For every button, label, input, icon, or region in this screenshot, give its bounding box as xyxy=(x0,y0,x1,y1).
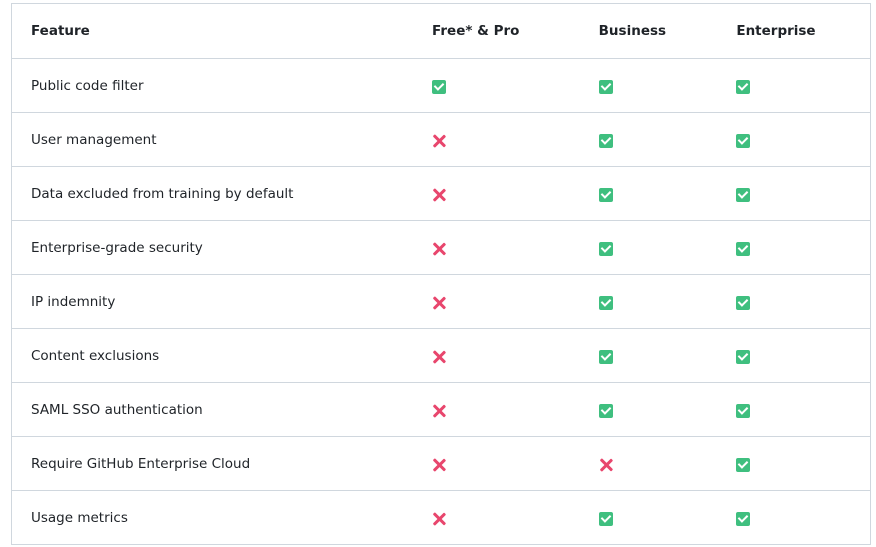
cross-mark-icon xyxy=(432,350,446,364)
table-row: Enterprise-grade security xyxy=(12,220,870,274)
cross-mark-icon xyxy=(432,404,446,418)
cross-mark-icon xyxy=(432,458,446,472)
table-row: Require GitHub Enterprise Cloud xyxy=(12,436,870,490)
comparison-table: Feature Free* & Pro Business Enterprise … xyxy=(11,3,871,545)
availability-cell-enterprise xyxy=(715,184,870,203)
availability-cell-enterprise xyxy=(715,400,870,419)
table-row: Public code filter xyxy=(12,58,870,112)
cross-mark-icon xyxy=(599,458,613,472)
feature-name: Content exclusions xyxy=(31,347,160,364)
availability-cell-enterprise xyxy=(715,292,870,311)
check-mark-icon xyxy=(598,511,613,526)
availability-cell-enterprise xyxy=(715,346,870,365)
table-row: IP indemnity xyxy=(12,274,870,328)
feature-name: Data excluded from training by default xyxy=(31,185,294,202)
availability-cell-enterprise xyxy=(715,130,870,149)
feature-name: User management xyxy=(31,131,157,148)
availability-cell-free-pro xyxy=(411,130,579,149)
check-mark-icon xyxy=(598,133,613,148)
availability-cell-free-pro xyxy=(411,292,579,311)
check-mark-icon xyxy=(736,403,751,418)
check-mark-icon xyxy=(736,133,751,148)
availability-cell-business xyxy=(579,130,716,149)
availability-cell-free-pro xyxy=(411,454,579,473)
table-row: User management xyxy=(12,112,870,166)
check-mark-icon xyxy=(736,241,751,256)
header-business: Business xyxy=(598,23,667,39)
availability-cell-free-pro xyxy=(411,184,579,203)
table-header-row: Feature Free* & Pro Business Enterprise xyxy=(12,4,870,58)
check-mark-icon xyxy=(736,187,751,202)
availability-cell-free-pro xyxy=(411,238,579,257)
cross-mark-icon xyxy=(432,296,446,310)
availability-cell-free-pro xyxy=(411,400,579,419)
check-mark-icon xyxy=(736,295,751,310)
availability-cell-business xyxy=(579,292,716,311)
availability-cell-enterprise xyxy=(715,454,870,473)
check-mark-icon xyxy=(598,187,613,202)
check-mark-icon xyxy=(736,349,751,364)
table-row: Usage metrics xyxy=(12,490,870,544)
availability-cell-enterprise xyxy=(715,508,870,527)
cross-mark-icon xyxy=(432,242,446,256)
cross-mark-icon xyxy=(432,188,446,202)
check-mark-icon xyxy=(598,403,613,418)
cross-mark-icon xyxy=(432,512,446,526)
check-mark-icon xyxy=(598,79,613,94)
check-mark-icon xyxy=(598,349,613,364)
availability-cell-business xyxy=(579,454,716,473)
availability-cell-business xyxy=(579,346,716,365)
feature-name: Require GitHub Enterprise Cloud xyxy=(31,455,251,472)
availability-cell-business xyxy=(579,508,716,527)
cross-mark-icon xyxy=(432,134,446,148)
availability-cell-business xyxy=(579,184,716,203)
availability-cell-business xyxy=(579,76,716,95)
header-feature: Feature xyxy=(31,23,90,39)
check-mark-icon xyxy=(598,295,613,310)
feature-name: IP indemnity xyxy=(31,293,116,310)
availability-cell-free-pro xyxy=(411,346,579,365)
table-body: Public code filter User management Data ex… xyxy=(12,58,870,544)
availability-cell-enterprise xyxy=(715,76,870,95)
feature-name: SAML SSO authentication xyxy=(31,401,203,418)
check-mark-icon xyxy=(432,79,447,94)
table-row: Content exclusions xyxy=(12,328,870,382)
table-row: Data excluded from training by default xyxy=(12,166,870,220)
check-mark-icon xyxy=(736,79,751,94)
feature-name: Public code filter xyxy=(31,77,144,94)
header-enterprise: Enterprise xyxy=(736,23,816,39)
feature-name: Usage metrics xyxy=(31,509,128,526)
availability-cell-business xyxy=(579,400,716,419)
check-mark-icon xyxy=(736,457,751,472)
availability-cell-free-pro xyxy=(411,508,579,527)
availability-cell-business xyxy=(579,238,716,257)
feature-name: Enterprise-grade security xyxy=(31,239,203,256)
check-mark-icon xyxy=(736,511,751,526)
check-mark-icon xyxy=(598,241,613,256)
availability-cell-enterprise xyxy=(715,238,870,257)
availability-cell-free-pro xyxy=(411,76,579,95)
table-row: SAML SSO authentication xyxy=(12,382,870,436)
header-free-pro: Free* & Pro xyxy=(432,23,520,39)
